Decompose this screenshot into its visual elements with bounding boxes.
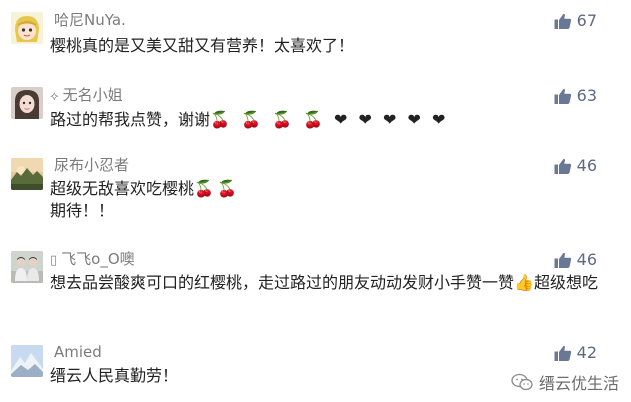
comment-content: 路过的帮我点赞，谢谢🍒 🍒 🍒 🍒 ❤ ❤ ❤ ❤ ❤ [50,110,449,129]
thumbs-up-icon [554,252,571,268]
sunset-landscape-avatar-icon [11,158,43,190]
thumbs-up-icon [554,345,571,361]
like-count: 46 [576,156,597,175]
thumbs-up-icon [554,158,571,174]
comment-nickname[interactable]: 尿布小忍者 [50,155,129,177]
comment-item: ⟡ 无名小姐 路过的帮我点赞，谢谢🍒 🍒 🍒 🍒 ❤ ❤ ❤ ❤ ❤ 63 [0,85,631,135]
like-count: 67 [576,11,597,30]
comment-nickname[interactable]: Amied [50,342,102,364]
comment-content: 超级无敌喜欢吃樱桃🍒🍒 期待！！ [50,179,240,220]
like-count: 46 [576,250,597,269]
like-button[interactable]: 63 [554,85,597,107]
emoji-sequence: 👍 [514,273,534,292]
two-people-avatar-icon [11,251,43,283]
comment-nickname[interactable]: 哈尼NuYa. [50,10,126,32]
wechat-icon [511,373,533,391]
avatar[interactable] [11,345,43,377]
like-button[interactable]: 67 [554,10,597,32]
like-button[interactable]: 46 [554,155,597,177]
comment-nickname[interactable]: ▯ 飞飞o_O噢 [50,249,135,271]
avatar[interactable] [11,251,43,283]
avatar[interactable] [11,87,43,119]
comment-content: 想去品尝酸爽可口的红樱桃，走过路过的朋友动动发财小手赞一赞👍超级想吃 [50,273,598,292]
account-watermark: 缙云优生活 [511,370,619,394]
thumbs-up-icon [554,13,571,29]
comment-nickname[interactable]: ⟡ 无名小姐 [50,85,123,107]
like-count: 63 [576,86,597,105]
comment-content: 樱桃真的是又美又甜又有营养！太喜欢了！ [50,36,355,55]
like-button[interactable]: 46 [554,249,597,271]
comment-item: ▯ 飞飞o_O噢 想去品尝酸爽可口的红樱桃，走过路过的朋友动动发财小手赞一赞👍超级… [0,249,631,321]
like-button[interactable]: 42 [554,342,597,364]
avatar[interactable] [11,158,43,190]
emoji-sequence: 🍒 🍒 🍒 🍒 ❤ ❤ ❤ ❤ ❤ [210,110,449,129]
cartoon-girl-avatar-icon [11,12,43,44]
comment-item: 尿布小忍者 超级无敌喜欢吃樱桃🍒🍒 期待！！ 46 [0,155,631,225]
emoji-sequence: 🍒🍒 [194,179,240,198]
watermark-text: 缙云优生活 [538,374,619,393]
like-count: 42 [576,343,597,362]
avatar[interactable] [11,12,43,44]
comment-item: 哈尼NuYa. 樱桃真的是又美又甜又有营养！太喜欢了！ 67 [0,10,631,60]
woman-portrait-avatar-icon [11,87,43,119]
snow-mountain-avatar-icon [11,345,43,377]
thumbs-up-icon [554,88,571,104]
